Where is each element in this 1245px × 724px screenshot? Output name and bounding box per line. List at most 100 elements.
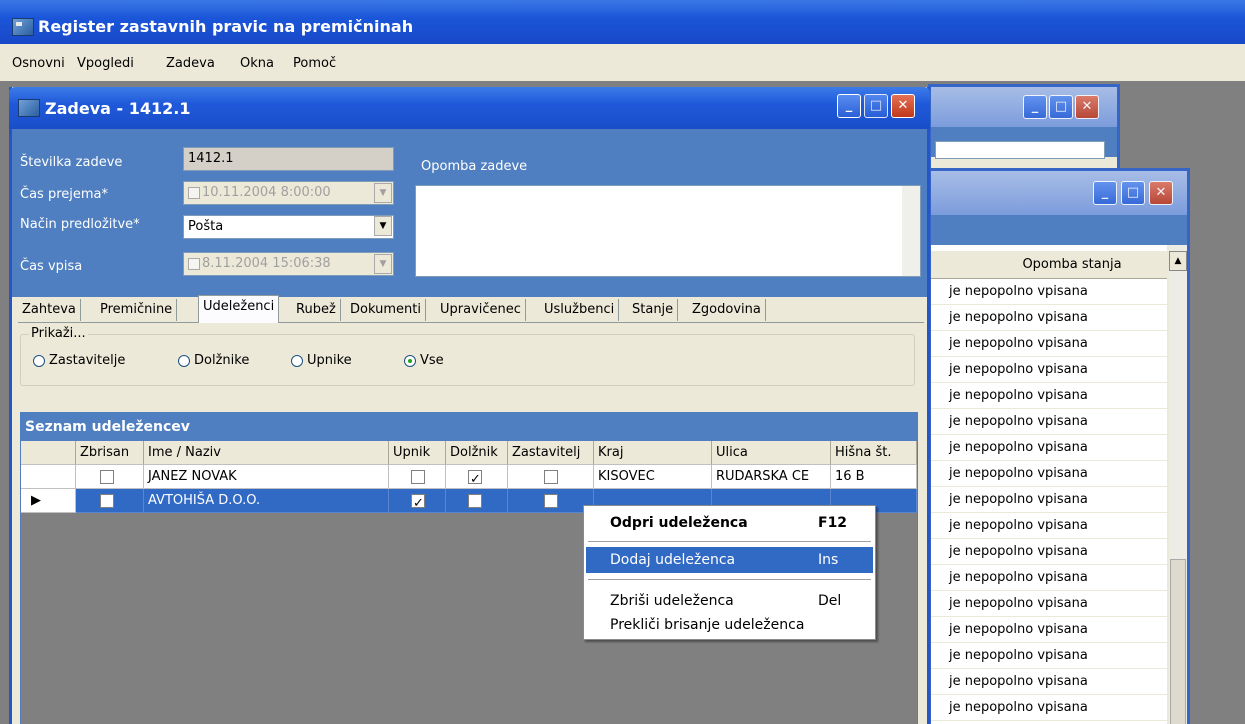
list-item[interactable]: je nepopolno vpisana	[931, 461, 1167, 487]
menu-vpogledi[interactable]: Vpogledi	[77, 56, 134, 71]
chevron-down-icon[interactable]: ▼	[374, 254, 392, 274]
column-header-hisna[interactable]: Hišna št.	[831, 441, 917, 465]
radio-upniki[interactable]: Upnike	[291, 353, 352, 368]
kraj-cell[interactable]: KISOVEC	[594, 465, 712, 489]
maximize-button[interactable]: □	[864, 94, 888, 118]
dolznik-cell[interactable]	[446, 465, 508, 489]
chevron-down-icon[interactable]: ▼	[374, 216, 392, 236]
chevron-down-icon[interactable]: ▼	[374, 183, 392, 203]
menu-osnovni[interactable]: Osnovni	[12, 56, 65, 71]
radio-dolzniki[interactable]: Dolžnike	[178, 353, 249, 368]
column-header-dolznik[interactable]: Dolžnik	[446, 441, 508, 465]
zastavitelj-cell[interactable]	[508, 465, 594, 489]
list-item[interactable]: je nepopolno vpisana	[931, 695, 1167, 721]
menu-zadeva[interactable]: Zadeva	[166, 56, 215, 71]
column-header-kraj[interactable]: Kraj	[594, 441, 712, 465]
list-item[interactable]: je nepopolno vpisana	[931, 617, 1167, 643]
dolznik-cell[interactable]	[446, 489, 508, 513]
zastavitelj-cell[interactable]	[508, 489, 594, 513]
scrollbar-thumb[interactable]	[1170, 559, 1186, 724]
upnik-checkbox[interactable]	[411, 469, 425, 484]
column-header-opomba-stanja[interactable]: Opomba stanja	[931, 251, 1167, 279]
column-header-zastavitelj[interactable]: Zastavitelj	[508, 441, 594, 465]
menu-item-preklici-brisanje[interactable]: Prekliči brisanje udeleženca	[586, 612, 873, 638]
list-item[interactable]: je nepopolno vpisana	[931, 591, 1167, 617]
column-header-ulica[interactable]: Ulica	[712, 441, 831, 465]
zastavitelj-checkbox[interactable]	[544, 469, 558, 484]
menu-okna[interactable]: Okna	[240, 56, 274, 71]
list-item[interactable]: je nepopolno vpisana	[931, 565, 1167, 591]
close-button[interactable]: ✕	[1075, 95, 1099, 119]
upnik-cell[interactable]	[389, 489, 446, 513]
list-item[interactable]: je nepopolno vpisana	[931, 279, 1167, 305]
menu-item-zbrisi-udelezenca[interactable]: Zbriši udeleženca Del	[586, 588, 873, 614]
list-item[interactable]: je nepopolno vpisana	[931, 487, 1167, 513]
menu-item-dodaj-udelezenca[interactable]: Dodaj udeleženca Ins	[586, 547, 873, 573]
tab-stanje[interactable]: Stanje	[628, 299, 679, 321]
table-row[interactable]: JANEZ NOVAK KISOVEC RUDARSKA CE 16 B	[21, 465, 917, 489]
minimize-button[interactable]: _	[837, 94, 861, 118]
tab-usluzbenci[interactable]: Uslužbenci	[540, 299, 620, 321]
column-header-ime[interactable]: Ime / Naziv	[144, 441, 389, 465]
zbrisan-cell[interactable]	[76, 489, 144, 513]
ulica-cell[interactable]: RUDARSKA CE	[712, 465, 831, 489]
tab-rubez[interactable]: Rubež	[292, 299, 341, 321]
column-header-zbrisan[interactable]: Zbrisan	[76, 441, 144, 465]
tab-premicnine[interactable]: Premičnine	[96, 299, 178, 321]
receipt-time-field[interactable]: 10.11.2004 8:00:00 ▼	[183, 181, 394, 205]
vertical-scrollbar[interactable]	[902, 186, 920, 276]
zbrisan-cell[interactable]	[76, 465, 144, 489]
hisna-cell[interactable]: 16 B	[831, 465, 917, 489]
background-window-2-titlebar[interactable]: _ □ ✕	[931, 171, 1187, 215]
submission-method-select[interactable]: Pošta	[183, 215, 394, 239]
background-window-1-titlebar[interactable]: _ □ ✕	[931, 87, 1117, 127]
entry-time-checkbox[interactable]	[188, 257, 200, 270]
menu-item-odpri-udelezenca[interactable]: Odpri udeleženca F12	[586, 510, 873, 536]
receipt-time-checkbox[interactable]	[188, 186, 200, 199]
ime-cell[interactable]: AVTOHIŠA D.O.O.	[144, 489, 389, 513]
menu-pomoc[interactable]: Pomoč	[293, 56, 336, 71]
list-item[interactable]: je nepopolno vpisana	[931, 331, 1167, 357]
tab-upravicenec[interactable]: Upravičenec	[436, 299, 526, 321]
row-indicator[interactable]	[21, 465, 76, 489]
list-item[interactable]: je nepopolno vpisana	[931, 383, 1167, 409]
background-window-1-combo[interactable]	[935, 141, 1105, 159]
case-window-titlebar[interactable]: Zadeva - 1412.1 _ □ ✕	[9, 87, 930, 129]
list-item[interactable]: je nepopolno vpisana	[931, 513, 1167, 539]
upnik-cell[interactable]	[389, 465, 446, 489]
scroll-up-icon[interactable]: ▲	[1169, 251, 1187, 271]
current-row-arrow-icon[interactable]: ▶	[21, 489, 76, 513]
dolznik-checkbox[interactable]	[468, 493, 482, 508]
zastavitelj-checkbox[interactable]	[544, 493, 558, 508]
zbrisan-checkbox[interactable]	[100, 469, 114, 484]
entry-time-field[interactable]: 8.11.2004 15:06:38 ▼	[183, 252, 394, 276]
column-header-upnik[interactable]: Upnik	[389, 441, 446, 465]
maximize-button[interactable]: □	[1121, 181, 1145, 205]
list-item[interactable]: je nepopolno vpisana	[931, 409, 1167, 435]
list-item[interactable]: je nepopolno vpisana	[931, 643, 1167, 669]
close-button[interactable]: ✕	[891, 94, 915, 118]
case-note-textarea[interactable]	[415, 185, 921, 277]
maximize-button[interactable]: □	[1049, 95, 1073, 119]
case-number-field[interactable]: 1412.1	[183, 147, 394, 171]
tab-zgodovina[interactable]: Zgodovina	[688, 299, 766, 321]
minimize-button[interactable]: _	[1023, 95, 1047, 119]
background-window-2[interactable]: _ □ ✕ Opomba stanja je nepopolno vpisana…	[928, 168, 1190, 724]
tab-dokumenti[interactable]: Dokumenti	[346, 299, 426, 321]
background-window-1[interactable]: _ □ ✕	[928, 84, 1120, 179]
zbrisan-checkbox[interactable]	[100, 493, 114, 508]
radio-zastavitelje[interactable]: Zastavitelje	[33, 353, 125, 368]
list-item[interactable]: je nepopolno vpisana	[931, 435, 1167, 461]
minimize-button[interactable]: _	[1093, 181, 1117, 205]
upnik-checkbox[interactable]	[411, 492, 425, 512]
tab-zahteva[interactable]: Zahteva	[18, 299, 81, 321]
list-item[interactable]: je nepopolno vpisana	[931, 305, 1167, 331]
list-item[interactable]: je nepopolno vpisana	[931, 669, 1167, 695]
dolznik-checkbox[interactable]	[468, 468, 482, 488]
ime-cell[interactable]: JANEZ NOVAK	[144, 465, 389, 489]
radio-vse[interactable]: Vse	[404, 353, 444, 368]
tab-udelezenci[interactable]: Udeleženci	[198, 295, 280, 323]
list-item[interactable]: je nepopolno vpisana	[931, 357, 1167, 383]
close-button[interactable]: ✕	[1149, 181, 1173, 205]
list-item[interactable]: je nepopolno vpisana	[931, 539, 1167, 565]
